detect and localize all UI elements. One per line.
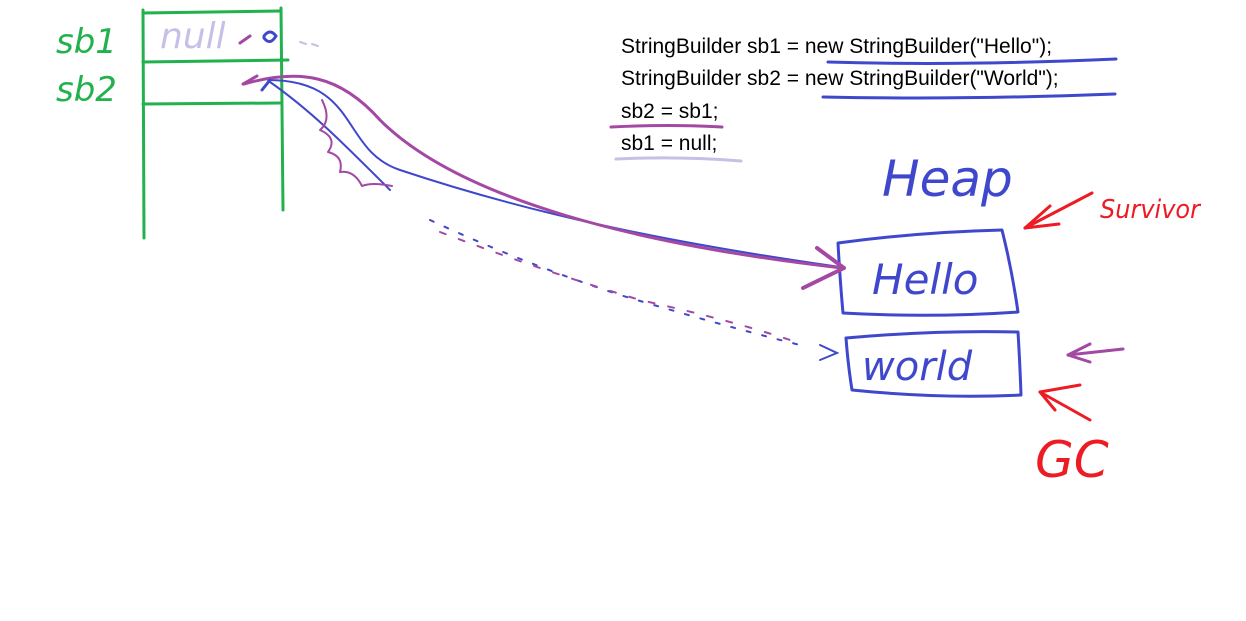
stack-label-sb2: sb2 <box>56 70 117 110</box>
heap-object-world: world <box>844 330 1023 398</box>
sb1-null-value: null <box>160 16 226 57</box>
gc-arrow <box>1038 383 1092 422</box>
stack-label-sb1: sb1 <box>56 22 117 62</box>
code-line-3: sb2 = sb1; <box>621 100 718 123</box>
sb1-reference-marks <box>238 30 319 47</box>
world-purple-arrow <box>1066 342 1125 364</box>
diagram-canvas: sb1 sb2 null StringBuilder sb1 = new Str… <box>56 6 1202 489</box>
old-reference-to-world <box>429 219 840 361</box>
code-line-2: StringBuilder sb2 = new StringBuilder("W… <box>621 67 1059 90</box>
survivor-arrow <box>1023 191 1094 230</box>
heap-object-world-label: world <box>862 344 973 390</box>
heap-object-hello-label: Hello <box>872 255 978 304</box>
sb2-reference-arrows <box>241 74 846 290</box>
heap-title: Heap <box>882 150 1013 208</box>
heap-object-hello: Hello <box>836 228 1020 317</box>
code-line-1: StringBuilder sb1 = new StringBuilder("H… <box>621 35 1052 58</box>
gc-label: GC <box>1035 431 1109 489</box>
survivor-label: Survivor <box>1100 195 1202 225</box>
code-line-4: sb1 = null; <box>621 132 717 155</box>
